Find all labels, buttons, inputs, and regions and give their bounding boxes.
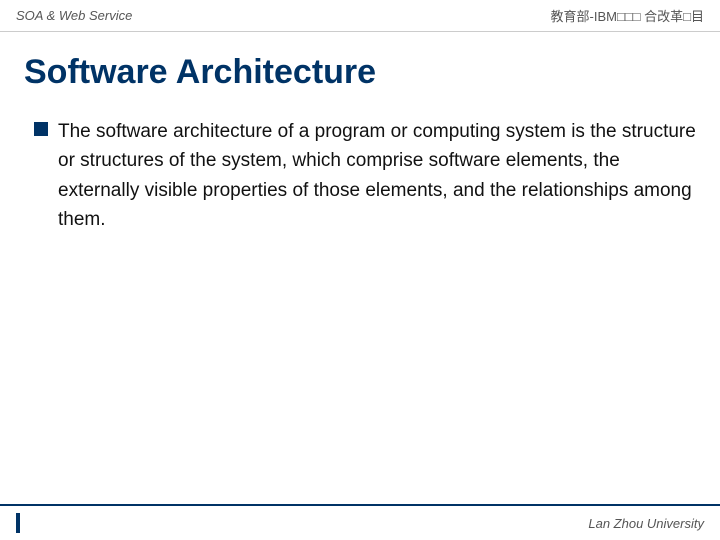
header-bar: SOA & Web Service 教育部-IBM□□□ 合改革□目	[0, 0, 720, 32]
header-left-text: SOA & Web Service	[16, 8, 132, 23]
bullet-marker-icon	[34, 122, 48, 136]
footer-left-bar	[16, 513, 20, 533]
main-content: Software Architecture The software archi…	[0, 32, 720, 255]
page-title: Software Architecture	[24, 52, 696, 93]
footer-university-text: Lan Zhou University	[588, 516, 704, 531]
header-right-text: 教育部-IBM□□□ 合改革□目	[551, 6, 704, 25]
bullet-section: The software architecture of a program o…	[24, 117, 696, 235]
footer-bar: Lan Zhou University	[0, 504, 720, 540]
bullet-text: The software architecture of a program o…	[58, 117, 696, 235]
